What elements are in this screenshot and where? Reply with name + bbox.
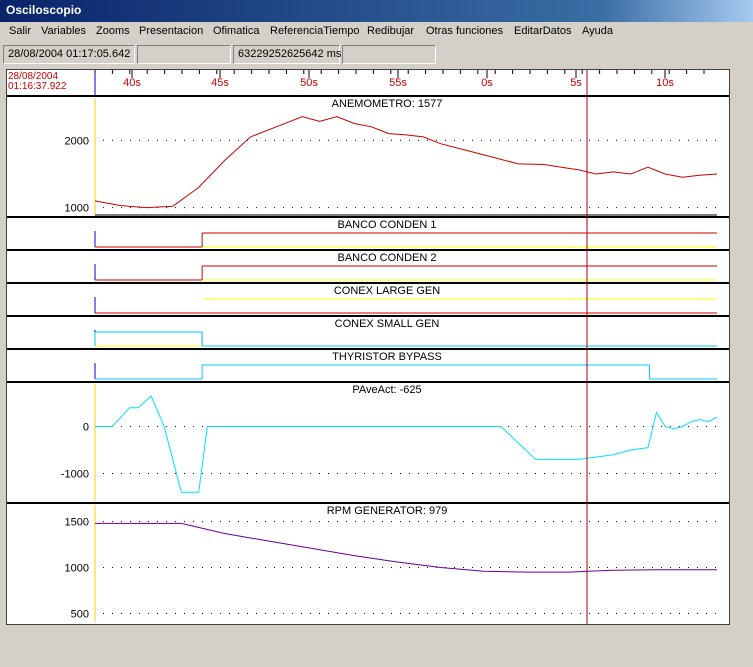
menu-ayuda[interactable]: Ayuda (582, 25, 613, 37)
menu-zooms[interactable]: Zooms (96, 25, 130, 37)
time-tick-label: 50s (300, 77, 318, 89)
time-tick-label: 55s (389, 77, 407, 89)
panel-title: CONEX LARGE GEN (334, 285, 440, 297)
panel-1: ANEMOMETRO: 1577 2000 1000 (7, 98, 729, 218)
panel-6: THYRISTOR BYPASS (7, 351, 729, 383)
y-tick-label: 2000 (65, 135, 89, 147)
panels: ANEMOMETRO: 1577 2000 1000 BANCO CONDEN 1 BA… (7, 98, 729, 622)
y-tick-label: 500 (71, 608, 89, 620)
menu-redibujar[interactable]: Redibujar (367, 25, 414, 37)
menu-referenciatiempo[interactable]: ReferenciaTiempo (270, 25, 359, 37)
oscilloscope-plot[interactable]: 28/08/2004 01:16:37.922 40s 45s 50s 55s 0s 5s… (6, 69, 730, 625)
menu-editardatos[interactable]: EditarDatos (514, 25, 571, 37)
panel-8: RPM GENERATOR: 979 1500 1000 500 (65, 505, 717, 622)
menu-bar: Salir Variables Zooms Presentacion Ofima… (0, 22, 753, 42)
panel-4: CONEX LARGE GEN (7, 285, 729, 317)
datetime-field: 28/08/2004 01:17:05.642 (3, 45, 135, 64)
status-row: 28/08/2004 01:17:05.642 63229252625642 m… (0, 42, 753, 68)
panel-5: CONEX SMALL GEN (7, 318, 729, 350)
series-line (94, 116, 718, 209)
panel-title: RPM GENERATOR: 979 (327, 505, 448, 517)
panel-2: BANCO CONDEN 1 (7, 219, 729, 251)
time-ticks: 40s 45s 50s 55s 0s 5s 10s (94, 70, 705, 89)
oscilloscope-svg[interactable]: 28/08/2004 01:16:37.922 40s 45s 50s 55s 0s 5s… (7, 70, 729, 624)
time-tick-label: 10s (656, 77, 674, 89)
menu-otras-funciones[interactable]: Otras funciones (426, 25, 503, 37)
panel-title: BANCO CONDEN 2 (337, 252, 436, 264)
y-tick-label: 1000 (65, 563, 89, 575)
y-tick-label: 1000 (65, 203, 89, 215)
panel-title: PAveAct: -625 (352, 384, 421, 396)
status-field-blank-2 (342, 45, 436, 64)
time-tick-label: 40s (123, 77, 141, 89)
status-field-blank-1 (137, 45, 231, 64)
title-bar: Osciloscopio (0, 0, 753, 22)
series-line (95, 522, 717, 573)
menu-presentacion[interactable]: Presentacion (139, 25, 203, 37)
time-tick-label: 5s (570, 77, 582, 89)
time-tick-label: 0s (481, 77, 493, 89)
y-tick-label: -1000 (61, 469, 89, 481)
window-title: Osciloscopio (6, 3, 82, 17)
panel-title: ANEMOMETRO: 1577 (332, 98, 443, 110)
panel-7: PAveAct: -625 0 -1000 (7, 384, 729, 504)
time-tick-label: 45s (211, 77, 229, 89)
panel-title: CONEX SMALL GEN (335, 318, 440, 330)
time-axis: 28/08/2004 01:16:37.922 40s 45s 50s 55s 0s 5s… (8, 70, 705, 96)
y-tick-label: 0 (83, 422, 89, 434)
bottom-bar (6, 627, 747, 665)
start-time: 01:16:37.922 (8, 81, 67, 92)
panel-title: BANCO CONDEN 1 (337, 219, 436, 231)
menu-variables[interactable]: Variables (41, 25, 86, 37)
panel-3: BANCO CONDEN 2 (7, 252, 729, 284)
menu-ofimatica[interactable]: Ofimatica (213, 25, 259, 37)
y-tick-label: 1500 (65, 517, 89, 529)
panel-title: THYRISTOR BYPASS (332, 351, 442, 363)
ms-field: 63229252625642 ms (233, 45, 341, 64)
menu-salir[interactable]: Salir (9, 25, 31, 37)
series-line (95, 395, 718, 493)
